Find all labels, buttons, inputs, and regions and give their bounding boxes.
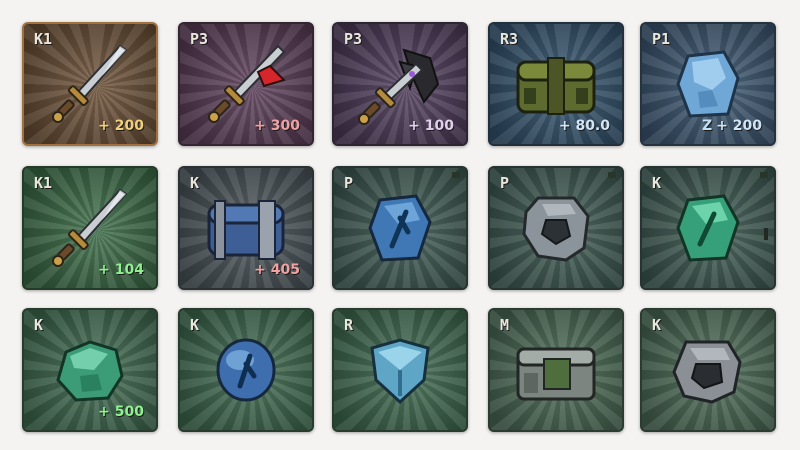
inventory-slot[interactable]: K + 500 <box>22 308 158 432</box>
slot-rank-label: K <box>652 174 662 192</box>
slot-bonus-value: + 405 <box>254 262 300 278</box>
side-marker <box>764 228 768 240</box>
inventory-slot[interactable]: R3 + 80.0 <box>488 22 624 146</box>
corner-marker <box>760 172 768 178</box>
slot-rank-label: P3 <box>344 30 363 48</box>
inventory-slot[interactable]: K + 405 <box>178 166 314 290</box>
slot-extra-label: Z <box>702 118 713 134</box>
inventory-slot[interactable]: K <box>640 166 776 290</box>
slot-bonus-value: + 500 <box>98 404 144 420</box>
slot-rank-label: K <box>652 316 662 334</box>
slot-bonus-value: + 80.0 <box>558 118 610 134</box>
slot-rank-label: R <box>344 316 354 334</box>
slot-rank-label: R3 <box>500 30 519 48</box>
slot-rank-label: P <box>500 174 510 192</box>
inventory-slot[interactable]: K <box>640 308 776 432</box>
slot-bonus-value: + 200 <box>98 118 144 134</box>
slot-rank-label: P <box>344 174 354 192</box>
inventory-slot[interactable]: K1 + 104 <box>22 166 158 290</box>
slot-rank-label: P1 <box>652 30 671 48</box>
inventory-slot[interactable]: P <box>488 166 624 290</box>
corner-marker <box>452 172 460 178</box>
slot-rank-label: M <box>500 316 510 334</box>
slot-rank-label: K <box>34 316 44 334</box>
corner-marker <box>608 172 616 178</box>
inventory-slot[interactable]: P <box>332 166 468 290</box>
inventory-slot[interactable]: K <box>178 308 314 432</box>
slot-bonus-value: + 100 <box>408 118 454 134</box>
inventory-slot[interactable]: P3 + 100 <box>332 22 468 146</box>
inventory-slot[interactable]: R <box>332 308 468 432</box>
inventory-grid: K1 + 200 P3 + 300 P3 + 100 R3 + 80.0 P1 … <box>0 0 800 450</box>
inventory-slot[interactable]: P3 + 300 <box>178 22 314 146</box>
slot-bonus-value: + 300 <box>254 118 300 134</box>
slot-rank-label: K1 <box>34 174 53 192</box>
inventory-slot[interactable]: P1 + 200 Z <box>640 22 776 146</box>
slot-rank-label: K1 <box>34 30 53 48</box>
slot-rank-label: K <box>190 174 200 192</box>
inventory-slot[interactable]: K1 + 200 <box>22 22 158 146</box>
slot-bonus-value: + 104 <box>98 262 144 278</box>
slot-rank-label: K <box>190 316 200 334</box>
inventory-slot[interactable]: M <box>488 308 624 432</box>
slot-rank-label: P3 <box>190 30 209 48</box>
slot-bonus-value: + 200 <box>716 118 762 134</box>
